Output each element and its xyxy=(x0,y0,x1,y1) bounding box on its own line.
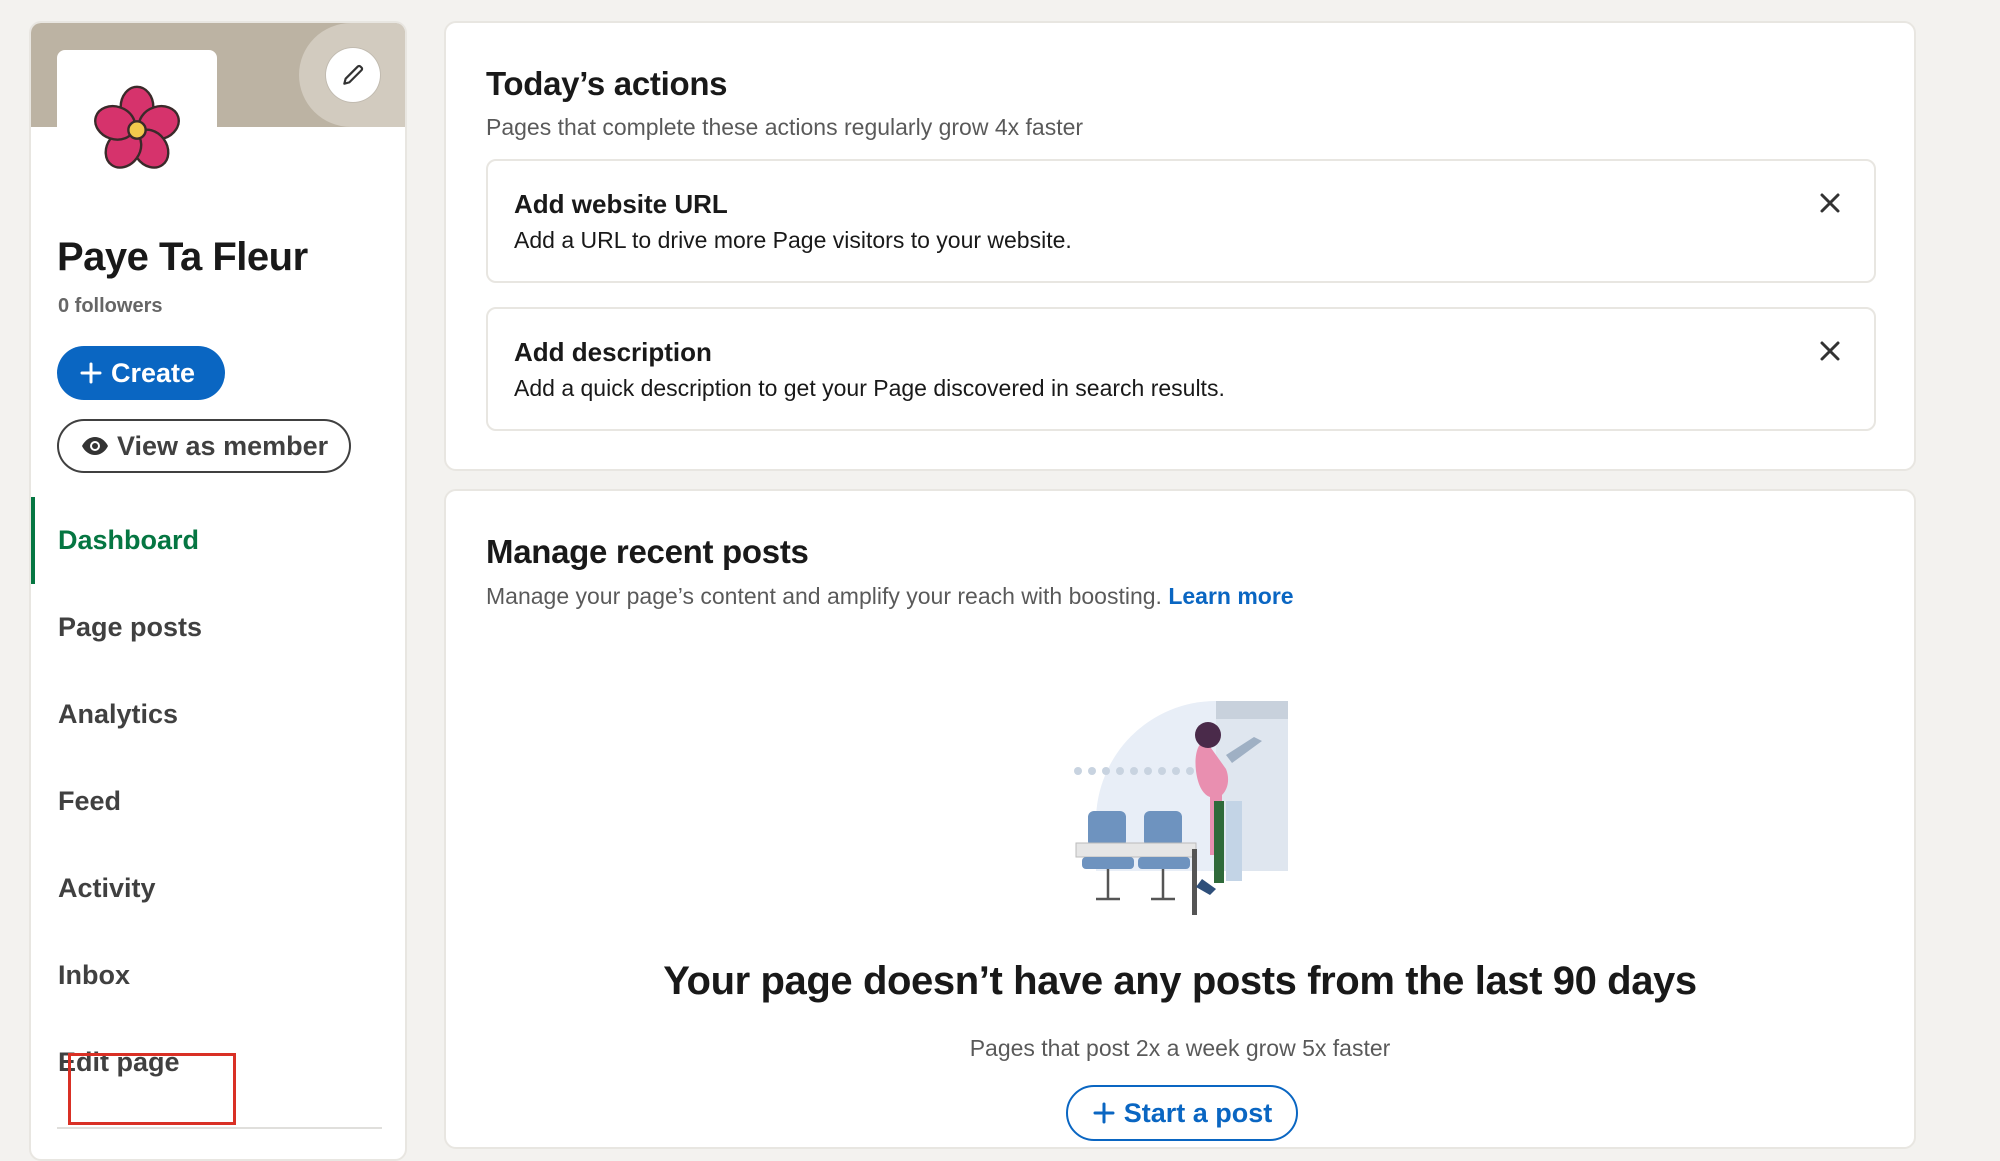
nav-item-inbox[interactable]: Inbox xyxy=(31,932,405,1019)
section-title: Manage recent posts xyxy=(486,533,809,570)
view-as-member-label: View as member xyxy=(117,430,329,461)
page-name: Paye Ta Fleur xyxy=(57,235,308,279)
flower-logo xyxy=(94,85,180,169)
pencil-icon xyxy=(343,64,364,85)
edit-cover-button[interactable] xyxy=(326,48,380,102)
empty-state-illustration xyxy=(1074,701,1288,915)
page-nav: Dashboard Page posts Analytics Feed Acti… xyxy=(31,497,405,1106)
nav-item-label: Analytics xyxy=(58,699,179,729)
nav-item-dashboard[interactable]: Dashboard xyxy=(31,497,405,584)
action-description: Add a URL to drive more Page visitors to… xyxy=(514,227,1072,253)
action-item-description[interactable]: Add description Add a quick description … xyxy=(486,307,1876,431)
empty-state-title: Your page doesn’t have any posts from th… xyxy=(663,959,1697,1003)
section-subtitle: Manage your page’s content and amplify y… xyxy=(486,583,1294,610)
create-label: Create xyxy=(111,357,196,388)
nav-item-feed[interactable]: Feed xyxy=(31,758,405,845)
section-subtitle: Pages that complete these actions regula… xyxy=(486,114,1084,140)
plus-icon xyxy=(1093,1102,1115,1124)
dismiss-button[interactable] xyxy=(1812,185,1848,221)
follower-count: 0 followers xyxy=(58,295,163,317)
action-description: Add a quick description to get your Page… xyxy=(514,375,1225,401)
section-title: Today’s actions xyxy=(486,65,728,102)
nav-item-label: Page posts xyxy=(58,612,203,642)
nav-item-label: Dashboard xyxy=(58,525,200,555)
plus-icon xyxy=(80,362,102,384)
subtitle-text: Manage your page’s content and amplify y… xyxy=(486,583,1162,609)
page-logo[interactable] xyxy=(57,50,217,210)
nav-item-analytics[interactable]: Analytics xyxy=(31,671,405,758)
start-a-post-button[interactable]: Start a post xyxy=(1066,1085,1298,1141)
nav-item-label: Activity xyxy=(58,873,156,903)
nav-item-label: Inbox xyxy=(58,960,130,990)
page-sidebar: Paye Ta Fleur 0 followers Create View as… xyxy=(29,21,407,1161)
close-icon xyxy=(1820,193,1840,213)
learn-more-link[interactable]: Learn more xyxy=(1168,583,1293,609)
empty-state-subtitle: Pages that post 2x a week grow 5x faster xyxy=(969,1035,1391,1061)
nav-item-page-posts[interactable]: Page posts xyxy=(31,584,405,671)
create-button[interactable]: Create xyxy=(57,346,225,400)
dismiss-button[interactable] xyxy=(1812,333,1848,369)
manage-posts-card: Manage recent posts Manage your page’s c… xyxy=(444,489,1916,1149)
edit-page-highlight-box xyxy=(68,1053,236,1125)
nav-item-label: Feed xyxy=(58,786,122,816)
eye-icon xyxy=(82,437,108,455)
action-item-website-url[interactable]: Add website URL Add a URL to drive more … xyxy=(486,159,1876,283)
action-title: Add description xyxy=(514,337,712,367)
nav-item-activity[interactable]: Activity xyxy=(31,845,405,932)
todays-actions-card: Today’s actions Pages that complete thes… xyxy=(444,21,1916,471)
action-title: Add website URL xyxy=(514,189,728,219)
close-icon xyxy=(1820,341,1840,361)
view-as-member-button[interactable]: View as member xyxy=(57,419,351,473)
start-a-post-label: Start a post xyxy=(1123,1097,1273,1128)
